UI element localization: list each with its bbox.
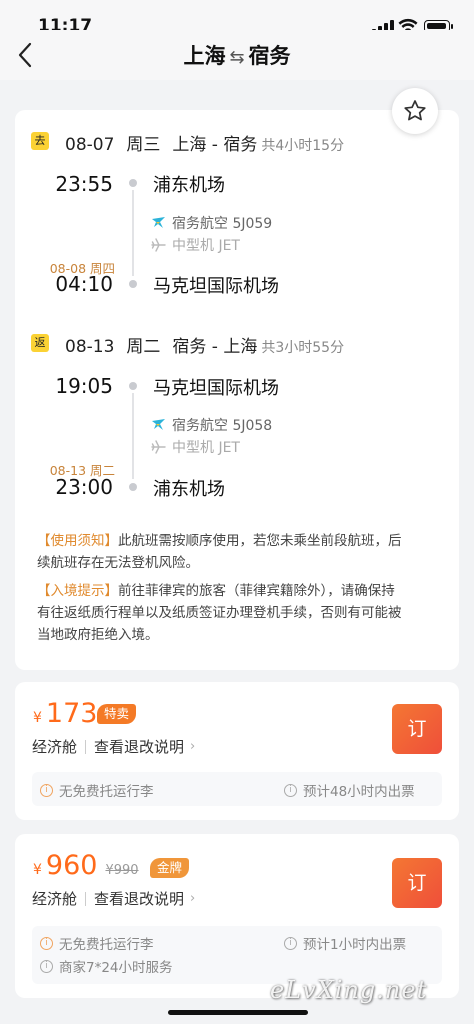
timeline-line [132,393,134,479]
airline-logo-icon [152,419,165,430]
info-icon: i [284,783,297,797]
airplane-icon [151,440,166,454]
outbound-route: 上海 - 宿务 [172,135,258,155]
info-icon: i [40,783,53,797]
entry-notice: 【入境提示】前往菲律宾的旅客（菲律宾籍除外），请确保持 有往返纸质行程单以及纸质… [37,583,402,643]
destination-city: 宿务 [248,44,291,68]
return-dep-time: 19:05 [55,374,113,398]
page-title: 上海 ⇆ 宿务 [0,40,474,70]
outbound-duration: 共4小时15分 [261,138,345,154]
cabin-row: 经济舱 查看退改说明 › [32,736,195,757]
timeline-line [132,190,134,276]
timeline-dot [129,280,137,288]
airplane-icon [151,238,166,252]
usage-notice: 【使用须知】此航班需按顺序使用，若您未乘坐前段航班，后 续航班存在无法登机风险。 [37,533,402,571]
offer-price: ¥960 ¥990 [33,850,139,881]
outbound-date: 08-07 [65,135,115,155]
ticketing-tip: i 预计48小时内出票 [284,780,415,800]
offer-card: ¥173 特卖 经济舱 查看退改说明 › 订 i 无免费托运行李 i 预计48小时内… [15,682,459,820]
outbound-arr-airport: 马克坦国际机场 [153,276,279,297]
offer-price: ¥173 [33,698,98,729]
return-airline: 宿务航空 5J058 [151,415,272,435]
outbound-arr-time: 04:10 [55,272,113,296]
return-weekday: 周二 [126,337,161,357]
offer-card: ¥960 ¥990 金牌 经济舱 查看退改说明 › 订 i 无免费托运行李 i 预计1… [15,834,459,998]
return-arr-time: 23:00 [55,475,113,499]
favorite-button[interactable] [392,88,438,134]
baggage-tip: i 无免费托运行李 [40,933,154,953]
flight-details-card: 去 08-07 周三 上海 - 宿务 共4小时15分 23:55 浦东机场 宿务航空 … [15,110,459,670]
return-aircraft: 中型机 JET [151,437,240,457]
timeline-dot [129,483,137,491]
cabin-class: 经济舱 [32,890,78,908]
return-dep-airport: 马克坦国际机场 [153,378,279,399]
info-icon: i [40,936,53,950]
airline-logo-icon [152,217,165,228]
offer-tips: i 无免费托运行李 i 预计48小时内出票 [32,772,442,806]
outbound-dep-time: 23:55 [55,172,113,196]
baggage-tip: i 无免费托运行李 [40,780,154,800]
timeline-dot [129,179,137,187]
chevron-right-icon: › [190,739,196,754]
ticketing-tip: i 预计1小时内出票 [284,933,406,953]
nav-bar: 上海 ⇆ 宿务 [0,30,474,80]
cabin-row: 经济舱 查看退改说明 › [32,888,195,909]
cabin-class: 经济舱 [32,738,78,756]
home-indicator [168,1010,308,1015]
outbound-tag: 去 [31,132,49,150]
chevron-right-icon: › [190,891,196,906]
info-icon: i [40,959,53,973]
info-icon: i [284,936,297,950]
outbound-dep-airport: 浦东机场 [153,175,225,196]
book-button[interactable]: 订 [392,858,442,908]
divider [85,739,87,754]
return-route: 宿务 - 上海 [172,337,258,357]
return-tag: 返 [31,334,49,352]
return-duration: 共3小时55分 [261,340,345,356]
usage-notice-tag: 【使用须知】 [37,533,118,549]
outbound-weekday: 周三 [126,135,161,155]
timeline-dot [129,382,137,390]
entry-notice-tag: 【入境提示】 [37,583,118,599]
outbound-airline: 宿务航空 5J059 [151,213,272,233]
book-button[interactable]: 订 [392,704,442,754]
outbound-aircraft: 中型机 JET [151,235,240,255]
refund-rules-link[interactable]: 查看退改说明 [94,888,184,909]
star-icon [404,100,426,121]
return-header: 08-13 周二 宿务 - 上海 共3小时55分 [65,332,344,357]
return-date: 08-13 [65,337,115,357]
origin-city: 上海 [183,44,226,68]
watermark: eLvXing.net [270,976,428,1004]
original-price: ¥990 [105,863,139,878]
sale-badge: 特卖 [97,704,137,724]
service-tip: i 商家7*24小时服务 [40,956,173,976]
outbound-header: 08-07 周三 上海 - 宿务 共4小时15分 [65,130,344,155]
divider [85,891,87,906]
refund-rules-link[interactable]: 查看退改说明 [94,736,184,757]
swap-icon: ⇆ [229,47,245,68]
return-arr-airport: 浦东机场 [153,479,225,500]
gold-badge: 金牌 [150,858,190,878]
